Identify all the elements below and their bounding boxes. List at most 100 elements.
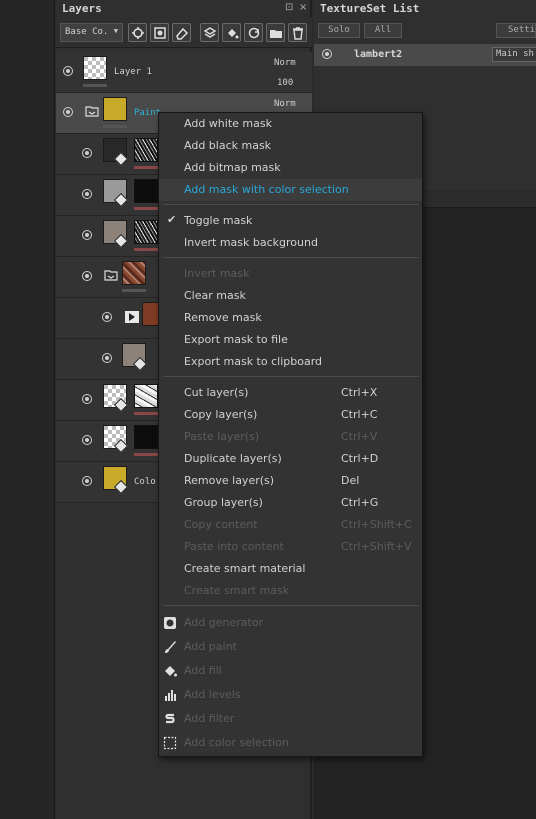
menu-item-add-levels: Add levels (159, 684, 422, 706)
textureset-name: lambert2 (354, 49, 403, 60)
add-folder-button[interactable] (266, 23, 285, 42)
menu-item-invert-mask-background[interactable]: Invert mask background (159, 232, 422, 254)
menu-item-add-white-mask[interactable]: Add white mask (159, 113, 422, 135)
menu-separator (163, 376, 419, 377)
visibility-eye-icon[interactable] (102, 353, 112, 363)
menu-item-paste-into-content: Paste into content Ctrl+Shift+V (184, 540, 412, 553)
shader-select-button[interactable]: Main sh (492, 47, 536, 62)
blend-mode-label: Norm (274, 58, 296, 68)
menu-item-add-mask-color-selection[interactable]: Add mask with color selection (159, 179, 422, 201)
float-panel-icon[interactable]: ⊡ (285, 2, 293, 13)
play-icon (125, 311, 139, 323)
menu-item-create-smart-material[interactable]: Create smart material (159, 558, 422, 580)
eraser-icon (176, 27, 189, 40)
menu-item-remove-mask[interactable]: Remove mask (159, 307, 422, 329)
visibility-eye-icon[interactable] (322, 49, 332, 59)
all-button[interactable]: All (364, 23, 402, 38)
visibility-eye-icon[interactable] (82, 271, 92, 281)
settings-button[interactable]: Setti (496, 23, 536, 38)
menu-separator (163, 257, 419, 258)
add-fill-layer-button[interactable] (222, 23, 241, 42)
layer-name: Paint in Pol (134, 108, 160, 118)
visibility-eye-icon[interactable] (82, 476, 92, 486)
opacity-label: 100 (277, 78, 294, 88)
menu-item-export-mask-clipboard[interactable]: Export mask to clipboard (159, 351, 422, 373)
visibility-eye-icon[interactable] (82, 394, 92, 404)
clear-mask-button[interactable] (172, 23, 191, 42)
add-smart-material-button[interactable] (244, 23, 263, 42)
mask-bar (134, 412, 158, 415)
refresh-icon (248, 27, 260, 39)
layer-thumbnail (83, 56, 107, 80)
visibility-eye-icon[interactable] (102, 312, 112, 322)
textureset-panel-title: TextureSet List (320, 2, 420, 15)
add-mask-button[interactable] (150, 23, 169, 42)
menu-item-add-paint: Add paint (159, 636, 422, 658)
blend-mode-select[interactable]: Base Co. ▼ (60, 23, 123, 42)
menu-item-toggle-mask[interactable]: ✔ Toggle mask (159, 210, 422, 232)
solo-button[interactable]: Solo (318, 23, 360, 38)
layer-thumbnail (122, 261, 146, 285)
opacity-bar (83, 84, 107, 87)
visibility-eye-icon[interactable] (63, 107, 73, 117)
visibility-eye-icon[interactable] (82, 230, 92, 240)
brush-icon (165, 641, 176, 653)
close-panel-icon[interactable]: × (299, 2, 307, 13)
delete-layer-button[interactable] (288, 23, 307, 42)
menu-item-paste-layers: Paste layer(s) Ctrl+V (184, 430, 378, 443)
trash-icon (293, 27, 303, 40)
layers-toolbar: Base Co. ▼ (56, 18, 312, 48)
mask-bar (134, 248, 158, 251)
menu-item-add-fill: Add fill (159, 660, 422, 682)
menu-separator (163, 605, 419, 606)
color-selection-icon (163, 736, 177, 750)
filter-icon (165, 713, 175, 724)
fill-bucket-icon (228, 29, 239, 39)
fill-bucket-icon (165, 666, 177, 677)
left-strip (0, 0, 55, 819)
mask-thumbnail (134, 179, 158, 203)
layer-row-layer-1[interactable]: Layer 1 Norm 100 (56, 52, 312, 93)
folder-open-icon (85, 105, 99, 117)
folder-icon (270, 30, 282, 38)
menu-item-copy-layers[interactable]: Copy layer(s) Ctrl+C (159, 404, 422, 426)
visibility-eye-icon[interactable] (63, 66, 73, 76)
visibility-eye-icon[interactable] (82, 148, 92, 158)
menu-item-create-smart-mask: Create smart mask (184, 584, 290, 597)
opacity-bar (122, 289, 146, 292)
layer-thumbnail (103, 97, 127, 121)
menu-item-add-filter: Add filter (159, 708, 422, 730)
menu-item-cut-layers[interactable]: Cut layer(s) Ctrl+X (159, 382, 422, 404)
add-layer-button[interactable] (200, 23, 219, 42)
menu-item-remove-layers[interactable]: Remove layer(s) Del (159, 470, 422, 492)
mask-thumbnail (134, 220, 158, 244)
visibility-eye-icon[interactable] (82, 435, 92, 445)
menu-item-add-bitmap-mask[interactable]: Add bitmap mask (159, 157, 422, 179)
menu-item-group-layers[interactable]: Group layer(s) Ctrl+G (159, 492, 422, 514)
mask-bar (134, 453, 158, 456)
menu-item-add-black-mask[interactable]: Add black mask (159, 135, 422, 157)
menu-separator (163, 204, 419, 205)
generator-icon (164, 617, 176, 629)
mask-thumbnail (134, 425, 158, 449)
opacity-bar (103, 125, 127, 128)
menu-item-duplicate-layers[interactable]: Duplicate layer(s) Ctrl+D (159, 448, 422, 470)
visibility-eye-icon[interactable] (82, 189, 92, 199)
menu-item-export-mask-file[interactable]: Export mask to file (159, 329, 422, 351)
menu-item-add-generator: Add generator (159, 612, 422, 634)
menu-item-add-color-selection: Add color selection (159, 732, 422, 754)
blend-mode-value: Base Co. (65, 27, 109, 37)
folder-open-icon (104, 269, 118, 281)
layers-stack-icon (203, 27, 217, 38)
mask-thumbnail (134, 138, 158, 162)
menu-item-invert-mask: Invert mask (184, 267, 250, 280)
layers-panel-title: Layers (62, 2, 102, 15)
mask-bar (134, 207, 158, 210)
mask-bar (134, 166, 158, 169)
add-effect-button[interactable] (128, 23, 147, 42)
mask-icon (154, 27, 166, 39)
effect-icon (132, 27, 144, 39)
textureset-row[interactable]: lambert2 Main sh (314, 44, 536, 66)
menu-item-clear-mask[interactable]: Clear mask (159, 285, 422, 307)
blend-mode-label: Norm (274, 99, 296, 109)
